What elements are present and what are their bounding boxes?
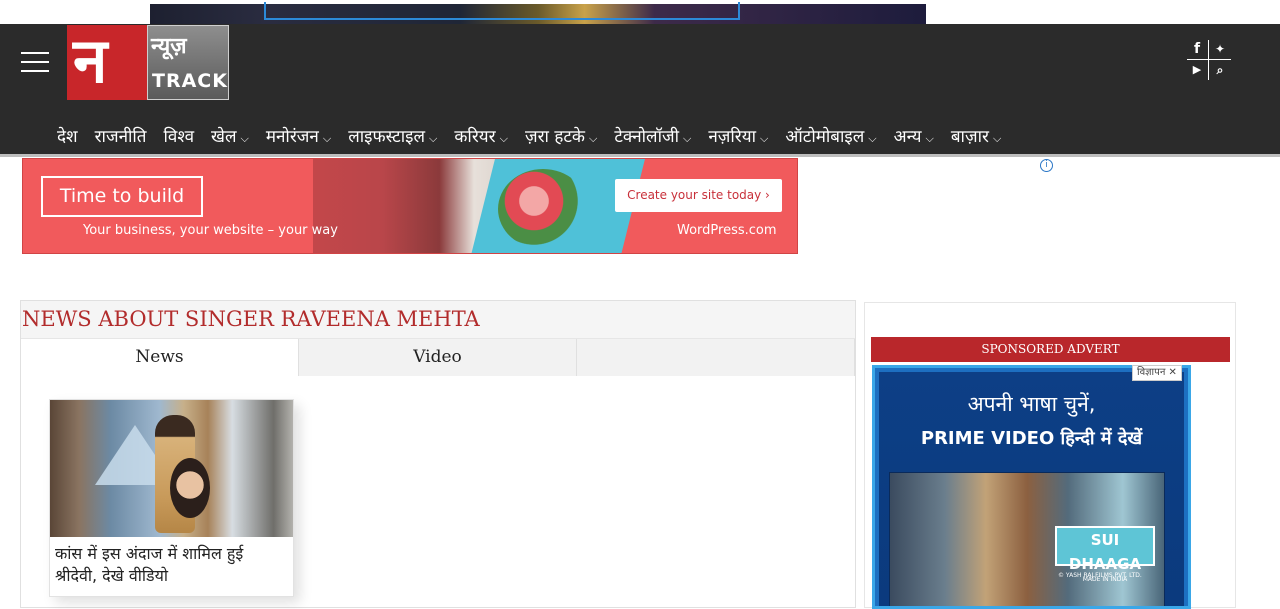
- ad-subline: Your business, your website – your way: [83, 223, 338, 238]
- ad-headline: Time to build: [41, 176, 203, 217]
- ad-brand: WordPress.com: [677, 223, 777, 238]
- ad-info-icon[interactable]: i: [1040, 159, 1053, 172]
- news-tabs: News Video: [21, 339, 855, 376]
- news-card-title[interactable]: कांस में इस अंदाज में शामिल हुई श्रीदेवी…: [55, 543, 289, 587]
- studio-credit: © YASH RAJ FILMS PVT. LTD.: [1058, 572, 1142, 579]
- nav-item-technology[interactable]: टेक्नोलॉजी ⌵: [614, 124, 691, 150]
- chevron-down-icon: ⌵: [925, 132, 934, 145]
- tab-news[interactable]: News: [21, 339, 299, 376]
- top-banner-image[interactable]: [150, 2, 926, 24]
- chevron-down-icon: ⌵: [322, 132, 332, 145]
- news-thumbnail[interactable]: [50, 400, 293, 537]
- header-divider: [0, 154, 1280, 157]
- chevron-down-icon: ⌵: [683, 132, 692, 145]
- logo-hindi-text: न्यूज़: [151, 34, 187, 59]
- logo-wordmark: न्यूज़ TRACK: [147, 25, 229, 100]
- search-icon[interactable]: ⌕: [1210, 61, 1230, 79]
- nav-item-anya[interactable]: अन्य ⌵: [894, 124, 934, 150]
- section-heading: NEWS ABOUT SINGER RAVEENA MEHTA: [21, 301, 855, 339]
- main-nav: देश राजनीति विश्व खेल ⌵ मनोरंजन ⌵ लाइफस्टा…: [57, 124, 1018, 150]
- ad-close-tag[interactable]: विज्ञापन ✕: [1132, 365, 1182, 381]
- news-panel: NEWS ABOUT SINGER RAVEENA MEHTA News Vid…: [20, 300, 856, 608]
- tab-video[interactable]: Video: [299, 339, 577, 376]
- prime-video-ad[interactable]: अपनी भाषा चुनें, PRIME VIDEO हिन्दी में …: [872, 365, 1191, 609]
- sidebar: SPONSORED ADVERT अपनी भाषा चुनें, PRIME …: [864, 302, 1236, 609]
- logo-mark: न: [67, 25, 147, 100]
- chevron-down-icon: ⌵: [868, 132, 877, 145]
- site-header: न न्यूज़ TRACK f ✦ ▶ ⌕ देश राजनीति विश्व…: [0, 24, 1280, 154]
- sponsored-label: SPONSORED ADVERT: [871, 337, 1230, 362]
- logo-english-text: TRACK: [152, 70, 228, 92]
- movie-title-badge: SUI DHAAGA MADE IN INDIA: [1055, 526, 1155, 583]
- top-banner-ad[interactable]: [0, 0, 1280, 24]
- chevron-down-icon: ⌵: [240, 132, 249, 145]
- nav-item-career[interactable]: करियर ⌵: [454, 124, 508, 150]
- nav-item-zara-hatke[interactable]: ज़रा हटके ⌵: [525, 124, 597, 150]
- nav-item-khel[interactable]: खेल ⌵: [211, 124, 249, 150]
- create-site-button[interactable]: Create your site today ›: [615, 179, 782, 212]
- youtube-icon[interactable]: ▶: [1187, 61, 1207, 79]
- nav-item-automobile[interactable]: ऑटोमोबाइल ⌵: [785, 124, 876, 150]
- nav-item-rajneeti[interactable]: राजनीति: [95, 124, 147, 150]
- chevron-down-icon: ⌵: [429, 132, 438, 145]
- nav-item-nazariya[interactable]: नज़रिया ⌵: [708, 124, 768, 150]
- site-logo[interactable]: न न्यूज़ TRACK: [67, 25, 229, 100]
- nav-item-vishwa[interactable]: विश्व: [164, 124, 195, 150]
- top-banner-frame: [264, 2, 740, 20]
- wordpress-ad-banner[interactable]: Time to build Your business, your websit…: [22, 158, 798, 254]
- social-links: f ✦ ▶ ⌕: [1187, 40, 1231, 80]
- hamburger-menu-icon[interactable]: [21, 52, 49, 72]
- chevron-down-icon: ⌵: [992, 132, 1002, 145]
- chevron-down-icon: ⌵: [499, 132, 508, 145]
- nav-item-lifestyle[interactable]: लाइफस्टाइल ⌵: [348, 124, 437, 150]
- nav-item-bazaar[interactable]: बाज़ार ⌵: [951, 124, 1001, 150]
- ad-line-2: PRIME VIDEO हिन्दी में देखें: [920, 428, 1143, 449]
- movie-poster[interactable]: SUI DHAAGA MADE IN INDIA © YASH RAJ FILMS…: [889, 472, 1165, 606]
- chevron-down-icon: ⌵: [588, 132, 598, 145]
- facebook-icon[interactable]: f: [1187, 40, 1207, 58]
- chevron-down-icon: ⌵: [760, 132, 769, 145]
- tab-empty: [577, 339, 855, 376]
- flowers-image: [498, 169, 588, 249]
- nav-item-desh[interactable]: देश: [57, 124, 78, 150]
- twitter-icon[interactable]: ✦: [1210, 40, 1230, 58]
- ad-line-1: अपनी भाषा चुनें,: [967, 392, 1096, 416]
- nav-item-manoranjan[interactable]: मनोरंजन ⌵: [266, 124, 331, 150]
- news-card[interactable]: कांस में इस अंदाज में शामिल हुई श्रीदेवी…: [49, 399, 294, 597]
